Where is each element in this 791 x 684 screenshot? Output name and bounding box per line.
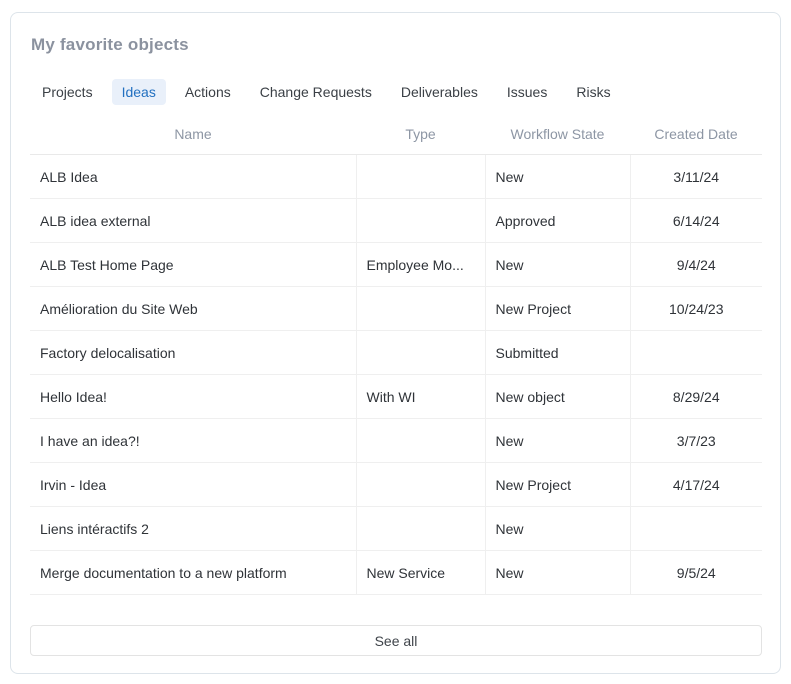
cell-name: Amélioration du Site Web (30, 287, 356, 331)
tab-change-requests[interactable]: Change Requests (250, 79, 382, 105)
table-row[interactable]: Liens intéractifs 2 New (30, 507, 762, 551)
table-row[interactable]: ALB idea external Approved 6/14/24 (30, 199, 762, 243)
cell-created-date: 3/11/24 (630, 155, 762, 199)
cell-type: New Service (356, 551, 485, 595)
cell-workflow-state: New Project (485, 287, 630, 331)
cell-created-date: 8/29/24 (630, 375, 762, 419)
cell-workflow-state: New (485, 155, 630, 199)
table-row[interactable]: Factory delocalisation Submitted (30, 331, 762, 375)
cell-name: ALB Test Home Page (30, 243, 356, 287)
cell-type (356, 331, 485, 375)
table-row[interactable]: I have an idea?! New 3/7/23 (30, 419, 762, 463)
cell-workflow-state: Approved (485, 199, 630, 243)
cell-name: Merge documentation to a new platform (30, 551, 356, 595)
tab-bar: Projects Ideas Actions Change Requests D… (32, 79, 761, 105)
favorites-table: Name Type Workflow State Created Date AL… (30, 126, 762, 595)
cell-created-date (630, 507, 762, 551)
cell-type (356, 287, 485, 331)
cell-created-date: 9/5/24 (630, 551, 762, 595)
cell-workflow-state: New (485, 507, 630, 551)
table-row[interactable]: ALB Idea New 3/11/24 (30, 155, 762, 199)
tab-deliverables[interactable]: Deliverables (391, 79, 488, 105)
cell-workflow-state: Submitted (485, 331, 630, 375)
cell-name: Hello Idea! (30, 375, 356, 419)
table-row[interactable]: Irvin - Idea New Project 4/17/24 (30, 463, 762, 507)
cell-type (356, 419, 485, 463)
cell-workflow-state: New (485, 551, 630, 595)
cell-name: Liens intéractifs 2 (30, 507, 356, 551)
cell-created-date: 10/24/23 (630, 287, 762, 331)
cell-workflow-state: New Project (485, 463, 630, 507)
table-row[interactable]: Hello Idea! With WI New object 8/29/24 (30, 375, 762, 419)
tab-ideas[interactable]: Ideas (112, 79, 166, 105)
cell-name: ALB idea external (30, 199, 356, 243)
cell-workflow-state: New object (485, 375, 630, 419)
card-title: My favorite objects (31, 35, 761, 55)
cell-created-date: 9/4/24 (630, 243, 762, 287)
cell-name: Irvin - Idea (30, 463, 356, 507)
table-row[interactable]: Amélioration du Site Web New Project 10/… (30, 287, 762, 331)
column-header-type: Type (356, 126, 485, 155)
cell-type (356, 463, 485, 507)
cell-created-date (630, 331, 762, 375)
column-header-workflow-state: Workflow State (485, 126, 630, 155)
favorites-card: My favorite objects Projects Ideas Actio… (10, 12, 781, 674)
table-row[interactable]: Merge documentation to a new platform Ne… (30, 551, 762, 595)
cell-created-date: 4/17/24 (630, 463, 762, 507)
cell-type (356, 155, 485, 199)
cell-name: Factory delocalisation (30, 331, 356, 375)
column-header-name: Name (30, 126, 356, 155)
tab-actions[interactable]: Actions (175, 79, 241, 105)
column-header-created-date: Created Date (630, 126, 762, 155)
cell-name: I have an idea?! (30, 419, 356, 463)
cell-created-date: 3/7/23 (630, 419, 762, 463)
cell-workflow-state: New (485, 419, 630, 463)
see-all-button[interactable]: See all (30, 625, 762, 656)
cell-type: With WI (356, 375, 485, 419)
cell-type (356, 199, 485, 243)
cell-name: ALB Idea (30, 155, 356, 199)
cell-workflow-state: New (485, 243, 630, 287)
cell-type: Employee Mo... (356, 243, 485, 287)
tab-projects[interactable]: Projects (32, 79, 103, 105)
cell-type (356, 507, 485, 551)
tab-issues[interactable]: Issues (497, 79, 557, 105)
cell-created-date: 6/14/24 (630, 199, 762, 243)
table-row[interactable]: ALB Test Home Page Employee Mo... New 9/… (30, 243, 762, 287)
table-header-row: Name Type Workflow State Created Date (30, 126, 762, 155)
tab-risks[interactable]: Risks (566, 79, 620, 105)
